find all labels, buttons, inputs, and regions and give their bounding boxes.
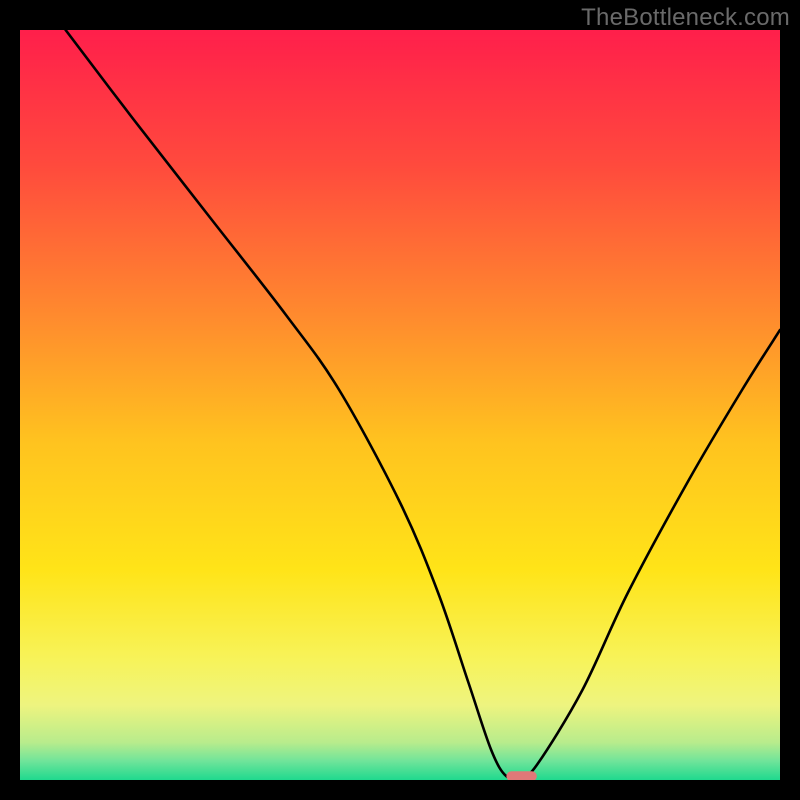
bottleneck-chart — [20, 30, 780, 780]
watermark-text: TheBottleneck.com — [581, 4, 790, 32]
optimal-marker — [506, 771, 536, 780]
app-frame: TheBottleneck.com — [0, 0, 800, 800]
chart-container — [20, 30, 780, 780]
gradient-background — [20, 30, 780, 780]
